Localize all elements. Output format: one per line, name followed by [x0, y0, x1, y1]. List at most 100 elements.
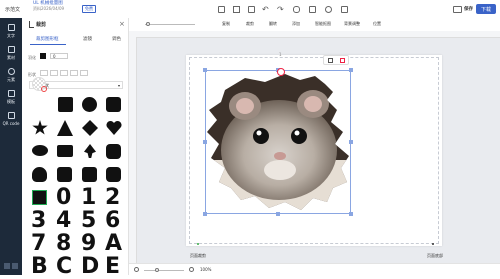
shapes-icon: [7, 67, 15, 75]
doc-label[interactable]: 示范文: [5, 0, 20, 18]
bottom-bar: 100%: [129, 263, 500, 276]
ruler-vertical: [129, 37, 137, 263]
shape-option-3[interactable]: [60, 70, 68, 76]
left-marker-label: 页面裁剪: [190, 253, 206, 258]
preview-icon[interactable]: [325, 0, 332, 18]
left-nav: 文字 素材 元素 模板 QR code: [0, 18, 22, 275]
layers-icon[interactable]: [233, 0, 240, 18]
grid-icon[interactable]: [248, 0, 255, 18]
color-swatch[interactable]: [40, 53, 46, 59]
align-icon[interactable]: [309, 0, 316, 18]
tab-filter[interactable]: 滤镜: [83, 36, 92, 42]
lock-icon[interactable]: [293, 0, 300, 18]
resize-handle-tl[interactable]: [203, 68, 207, 72]
nav-item-assets[interactable]: 素材: [0, 42, 22, 64]
shape-letter-a[interactable]: A: [105, 233, 122, 255]
nav-item-elements[interactable]: 元素: [0, 64, 22, 86]
shape-digit-8[interactable]: 8: [56, 233, 71, 255]
right-marker-label: 页面底部: [427, 253, 443, 258]
template-icon: [7, 89, 15, 97]
copy-icon[interactable]: [218, 0, 225, 18]
resize-handle-br[interactable]: [349, 212, 353, 216]
tab-crop-frame[interactable]: 裁剪图形框: [36, 36, 59, 42]
top-bar: 示范文 UL 机械批量图 资料2026/04/09 免费 ↶ ↷ 保存 下载: [0, 0, 500, 19]
duplicate-icon[interactable]: [328, 58, 333, 63]
share-icon[interactable]: [341, 0, 348, 18]
shape-speech-oval[interactable]: [32, 145, 48, 156]
nav-item-templates[interactable]: 模板: [0, 86, 22, 108]
tab-underline: [30, 44, 66, 45]
float-toolbar: [323, 55, 349, 65]
resize-handle-tr[interactable]: [349, 68, 353, 72]
resize-handle-l[interactable]: [203, 140, 207, 144]
help-icon[interactable]: [12, 263, 18, 269]
shape-digit-4[interactable]: 4: [56, 210, 71, 232]
resize-handle-bl[interactable]: [203, 212, 207, 216]
doc-date: 资料2026/04/09: [33, 6, 65, 11]
shape-ticket[interactable]: [57, 167, 72, 182]
shape-digit-3[interactable]: 3: [31, 210, 46, 232]
slider-thumb[interactable]: [146, 22, 150, 26]
shape-option-4[interactable]: [70, 70, 78, 76]
delete-icon[interactable]: [340, 58, 345, 63]
shape-digit-7[interactable]: 7: [31, 233, 46, 255]
toolbar-add[interactable]: 添加: [292, 21, 300, 27]
shape-rounded-square[interactable]: [58, 97, 73, 112]
collapse-icon[interactable]: [4, 263, 10, 269]
toolbar-position[interactable]: 位置: [373, 21, 381, 27]
zoom-value[interactable]: 100%: [200, 267, 211, 272]
rotate-icon[interactable]: [277, 68, 285, 76]
panel-title: 裁剪: [36, 22, 47, 28]
panel-tabs: 裁剪图形框 滤镜 调色: [30, 36, 124, 46]
feather-input[interactable]: 0: [50, 53, 68, 59]
nav-item-qrcode[interactable]: QR code: [0, 108, 22, 130]
shape-digit-5[interactable]: 5: [81, 210, 96, 232]
bleed-marker-right: [432, 243, 434, 245]
shape-seal[interactable]: [106, 167, 121, 182]
nav-item-text[interactable]: 文字: [0, 20, 22, 42]
resize-handle-r[interactable]: [349, 140, 353, 144]
shape-circle[interactable]: [82, 97, 97, 112]
toolbar-copy[interactable]: 复制: [222, 21, 230, 27]
close-icon[interactable]: ×: [119, 20, 125, 28]
shape-stamp[interactable]: [82, 167, 97, 182]
free-badge: 免费: [82, 0, 96, 18]
shape-digit-9[interactable]: 9: [81, 233, 96, 255]
toolbar-background[interactable]: 背景调整: [344, 21, 360, 27]
zoom-in-icon[interactable]: [189, 267, 194, 272]
chevron-down-icon: ▾: [117, 83, 120, 88]
image-toolbar: 复制 裁剪 翻转 添加 智能抠图 背景调整 位置: [129, 18, 500, 32]
zoom-slider-thumb[interactable]: [155, 268, 159, 272]
zoom-out-icon[interactable]: [134, 267, 139, 272]
shape-digit-2[interactable]: 2: [105, 187, 120, 209]
redo-icon[interactable]: ↷: [277, 0, 284, 18]
undo-icon[interactable]: ↶: [262, 0, 269, 18]
save-button[interactable]: 保存: [464, 0, 473, 18]
resize-handle-b[interactable]: [276, 212, 280, 216]
toolbar-cutout[interactable]: 智能抠图: [315, 21, 331, 27]
toolbar-crop[interactable]: 裁剪: [246, 21, 254, 27]
back-icon[interactable]: [29, 21, 34, 28]
tab-adjust[interactable]: 调色: [112, 36, 121, 42]
shape-option-2[interactable]: [50, 70, 58, 76]
shape-badge[interactable]: [106, 144, 121, 159]
zoom-slider[interactable]: [144, 270, 184, 271]
shape-speech-rect[interactable]: [57, 145, 73, 157]
shape-digit-1[interactable]: 1: [81, 187, 96, 209]
doc-title-area[interactable]: UL 机械批量图 资料2026/04/09: [33, 0, 64, 15]
shape-splash[interactable]: [32, 190, 47, 205]
cart-icon[interactable]: [453, 0, 462, 18]
shape-squircle[interactable]: [106, 97, 121, 112]
shape-digit-6[interactable]: 6: [105, 210, 120, 232]
shape-club[interactable]: [32, 167, 47, 182]
opacity-slider[interactable]: [145, 24, 195, 25]
image-icon: [7, 45, 15, 53]
shape-option-5[interactable]: [80, 70, 88, 76]
feather-label: 羽化: [28, 55, 36, 60]
shape-digit-0[interactable]: 0: [56, 187, 71, 209]
download-button[interactable]: 下载: [476, 4, 496, 14]
qrcode-icon: [7, 112, 15, 119]
toolbar-flip[interactable]: 翻转: [269, 21, 277, 27]
shape-option-1[interactable]: [40, 70, 48, 76]
selection-box[interactable]: [205, 70, 351, 214]
